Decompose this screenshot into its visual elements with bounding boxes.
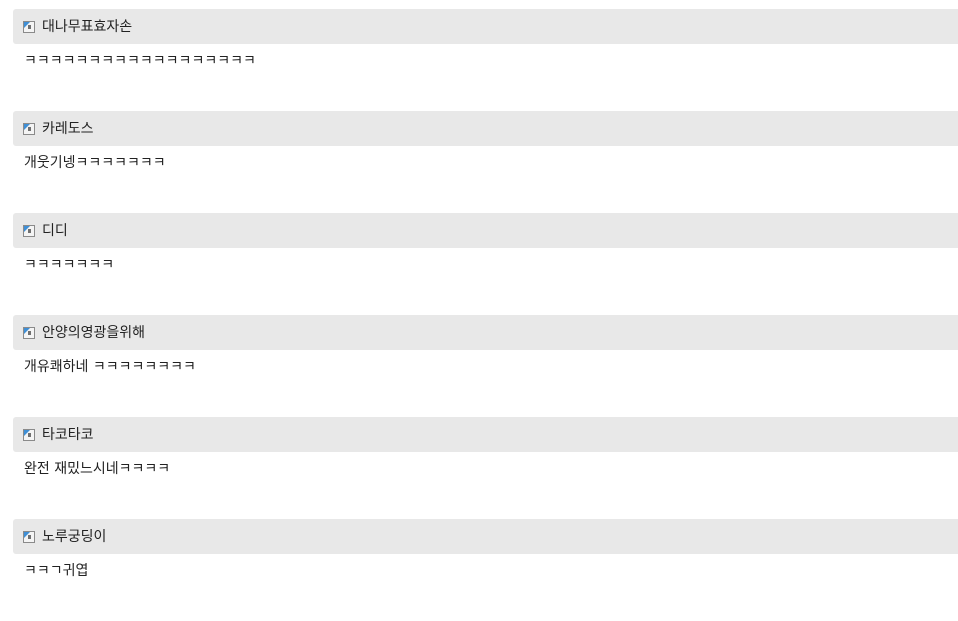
comment-header: 타코타코: [13, 417, 958, 452]
user-avatar-icon[interactable]: [23, 123, 35, 135]
comment-text: 완전 재밌느시네ㅋㅋㅋㅋ: [24, 461, 171, 477]
comment-entry: 카레도스 개웃기넹ㅋㅋㅋㅋㅋㅋㅋ: [13, 111, 958, 213]
comment-header: 노루궁딩이: [13, 519, 958, 554]
comment-entry: 노루궁딩이 ㅋㅋㄱ귀엽: [13, 519, 958, 621]
comment-username[interactable]: 디디: [42, 222, 68, 240]
user-avatar-icon[interactable]: [23, 429, 35, 441]
comment-list: 대나무표효자손 ㅋㅋㅋㅋㅋㅋㅋㅋㅋㅋㅋㅋㅋㅋㅋㅋㅋㅋ 카레도스 개웃기넹ㅋㅋㅋㅋ…: [13, 9, 958, 621]
comment-text: 개유쾌하네 ㅋㅋㅋㅋㅋㅋㅋㅋ: [24, 359, 196, 375]
comment-username[interactable]: 타코타코: [42, 426, 94, 444]
user-avatar-icon[interactable]: [23, 531, 35, 543]
comment-username[interactable]: 카레도스: [42, 120, 94, 138]
comment-header: 디디: [13, 213, 958, 248]
comment-username[interactable]: 안양의영광을위해: [42, 324, 145, 342]
comment-username[interactable]: 대나무표효자손: [42, 18, 132, 36]
comment-entry: 안양의영광을위해 개유쾌하네 ㅋㅋㅋㅋㅋㅋㅋㅋ: [13, 315, 958, 417]
user-avatar-icon[interactable]: [23, 21, 35, 33]
comment-text: ㅋㅋㅋㅋㅋㅋㅋㅋㅋㅋㅋㅋㅋㅋㅋㅋㅋㅋ: [24, 53, 256, 69]
comment-username[interactable]: 노루궁딩이: [42, 528, 106, 546]
comment-entry: 대나무표효자손 ㅋㅋㅋㅋㅋㅋㅋㅋㅋㅋㅋㅋㅋㅋㅋㅋㅋㅋ: [13, 9, 958, 111]
comment-text: ㅋㅋㄱ귀엽: [24, 563, 89, 579]
comment-header: 대나무표효자손: [13, 9, 958, 44]
user-avatar-icon[interactable]: [23, 225, 35, 237]
comment-header: 안양의영광을위해: [13, 315, 958, 350]
comment-text: 개웃기넹ㅋㅋㅋㅋㅋㅋㅋ: [24, 155, 166, 171]
user-avatar-icon[interactable]: [23, 327, 35, 339]
comment-header: 카레도스: [13, 111, 958, 146]
comment-entry: 타코타코 완전 재밌느시네ㅋㅋㅋㅋ: [13, 417, 958, 519]
comment-entry: 디디 ㅋㅋㅋㅋㅋㅋㅋ: [13, 213, 958, 315]
comment-text: ㅋㅋㅋㅋㅋㅋㅋ: [24, 257, 115, 273]
